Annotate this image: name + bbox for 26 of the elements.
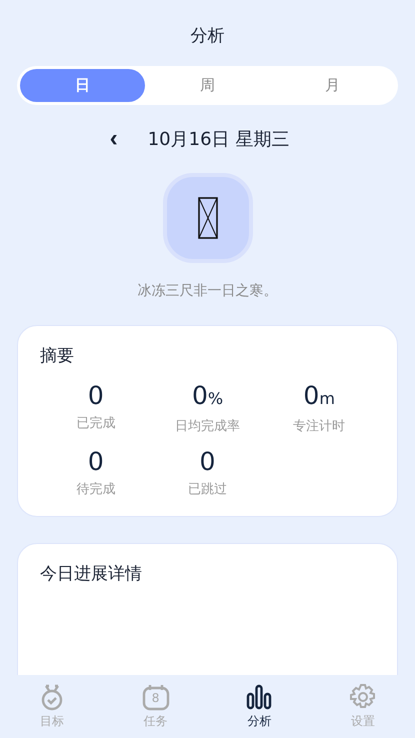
- nav-tab[interactable]: 分析: [208, 675, 312, 738]
- previous-day-button[interactable]: ‹: [106, 129, 122, 149]
- stat-label: 专注计时: [293, 418, 346, 435]
- quote-text: 冰冻三尺非一日之寒。: [138, 282, 278, 300]
- stat-value: 0: [88, 381, 104, 411]
- page-title: 分析: [190, 25, 224, 48]
- placeholder-glyph-icon: [198, 197, 218, 239]
- stat-label: 已完成: [76, 415, 116, 432]
- nav-tab[interactable]: 8 任务: [104, 675, 208, 738]
- stat-value: 0m: [303, 381, 335, 412]
- stat-label: 日均完成率: [174, 418, 240, 435]
- period-tab[interactable]: 月: [270, 69, 395, 102]
- stat-value: 0%: [192, 381, 224, 412]
- card-title: 摘要: [40, 345, 75, 367]
- nav-tab[interactable]: 目标: [0, 675, 104, 738]
- settings-icon: [349, 683, 378, 711]
- stat-label: 待完成: [76, 481, 116, 498]
- card-title: 今日进展详情: [40, 563, 143, 585]
- stat-label: 已跳过: [188, 481, 227, 498]
- period-tab[interactable]: 周: [145, 69, 270, 102]
- nav-tab[interactable]: 设置: [311, 675, 415, 738]
- bar-chart-icon: [245, 683, 274, 711]
- stat-value: 0: [200, 447, 216, 477]
- date-label: 10月16日 星期三: [148, 128, 290, 151]
- period-tab[interactable]: 日: [20, 69, 145, 102]
- stat-value: 0: [88, 447, 104, 477]
